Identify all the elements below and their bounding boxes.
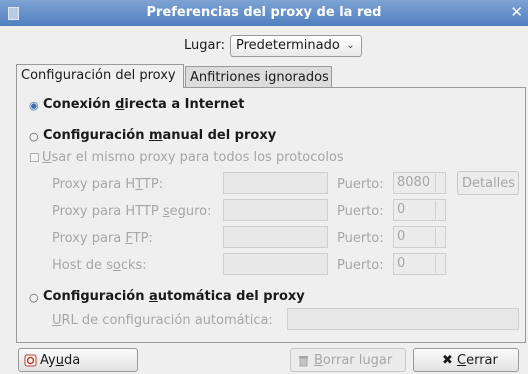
tab-proxy-configuration[interactable]: Configuración del proxy [16,64,184,88]
socks-port-spinner[interactable]: 0 [393,253,446,275]
delete-location-button[interactable]: Borrar lugar [290,348,406,372]
https-port-label: Puerto: [337,204,384,219]
https-proxy-input[interactable] [223,199,328,221]
location-value: Predeterminado [236,38,340,53]
location-select[interactable]: Predeterminado ⌄ [230,35,362,57]
https-port-spinner[interactable]: 0 [393,199,446,221]
help-icon [24,354,37,367]
same-proxy-label[interactable]: Usar el mismo proxy para todos los proto… [42,150,344,165]
tab-label: Anfitriones ignorados [190,70,329,85]
socks-host-input[interactable] [223,253,328,275]
direct-label[interactable]: Conexión directa a Internet [43,97,244,112]
close-window-icon[interactable]: ✕ [510,3,523,21]
window-title: Preferencias del proxy de la red [146,5,382,20]
https-proxy-label: Proxy para HTTP seguro: [52,204,212,219]
socks-host-label: Host de socks: [52,258,147,273]
trash-icon [297,354,310,367]
autoconfig-url-label: URL de configuración automática: [52,313,273,328]
help-button[interactable]: Ayuda [18,348,138,372]
details-button[interactable]: Detalles [457,171,519,195]
ftp-port-spinner[interactable]: 0 [393,226,446,248]
socks-port-label: Puerto: [337,258,384,273]
automatic-radio[interactable]: ○ [29,291,39,304]
manual-radio[interactable]: ○ [29,130,39,143]
http-proxy-label: Proxy para HTTP: [52,177,164,192]
close-button[interactable]: ✖ Cerrar [413,348,519,372]
chevron-down-icon: ⌄ [346,40,355,51]
http-proxy-input[interactable] [223,172,328,194]
direct-radio[interactable]: ◉ [29,99,39,112]
http-port-spinner[interactable]: 8080 [393,172,446,194]
close-icon: ✖ [442,353,453,368]
tab-ignored-hosts[interactable]: Anfitriones ignorados [185,66,332,88]
tab-label: Configuración del proxy [21,68,176,83]
title-bar[interactable]: Preferencias del proxy de la red ✕ [0,0,528,26]
autoconfig-url-input[interactable] [287,308,519,330]
location-label: Lugar: [184,38,225,53]
ftp-proxy-label: Proxy para FTP: [52,231,153,246]
same-proxy-checkbox[interactable] [30,153,39,162]
ftp-port-label: Puerto: [337,231,384,246]
http-port-label: Puerto: [337,177,384,192]
manual-label[interactable]: Configuración manual del proxy [43,128,276,143]
automatic-label[interactable]: Configuración automática del proxy [43,289,305,304]
ftp-proxy-input[interactable] [223,226,328,248]
